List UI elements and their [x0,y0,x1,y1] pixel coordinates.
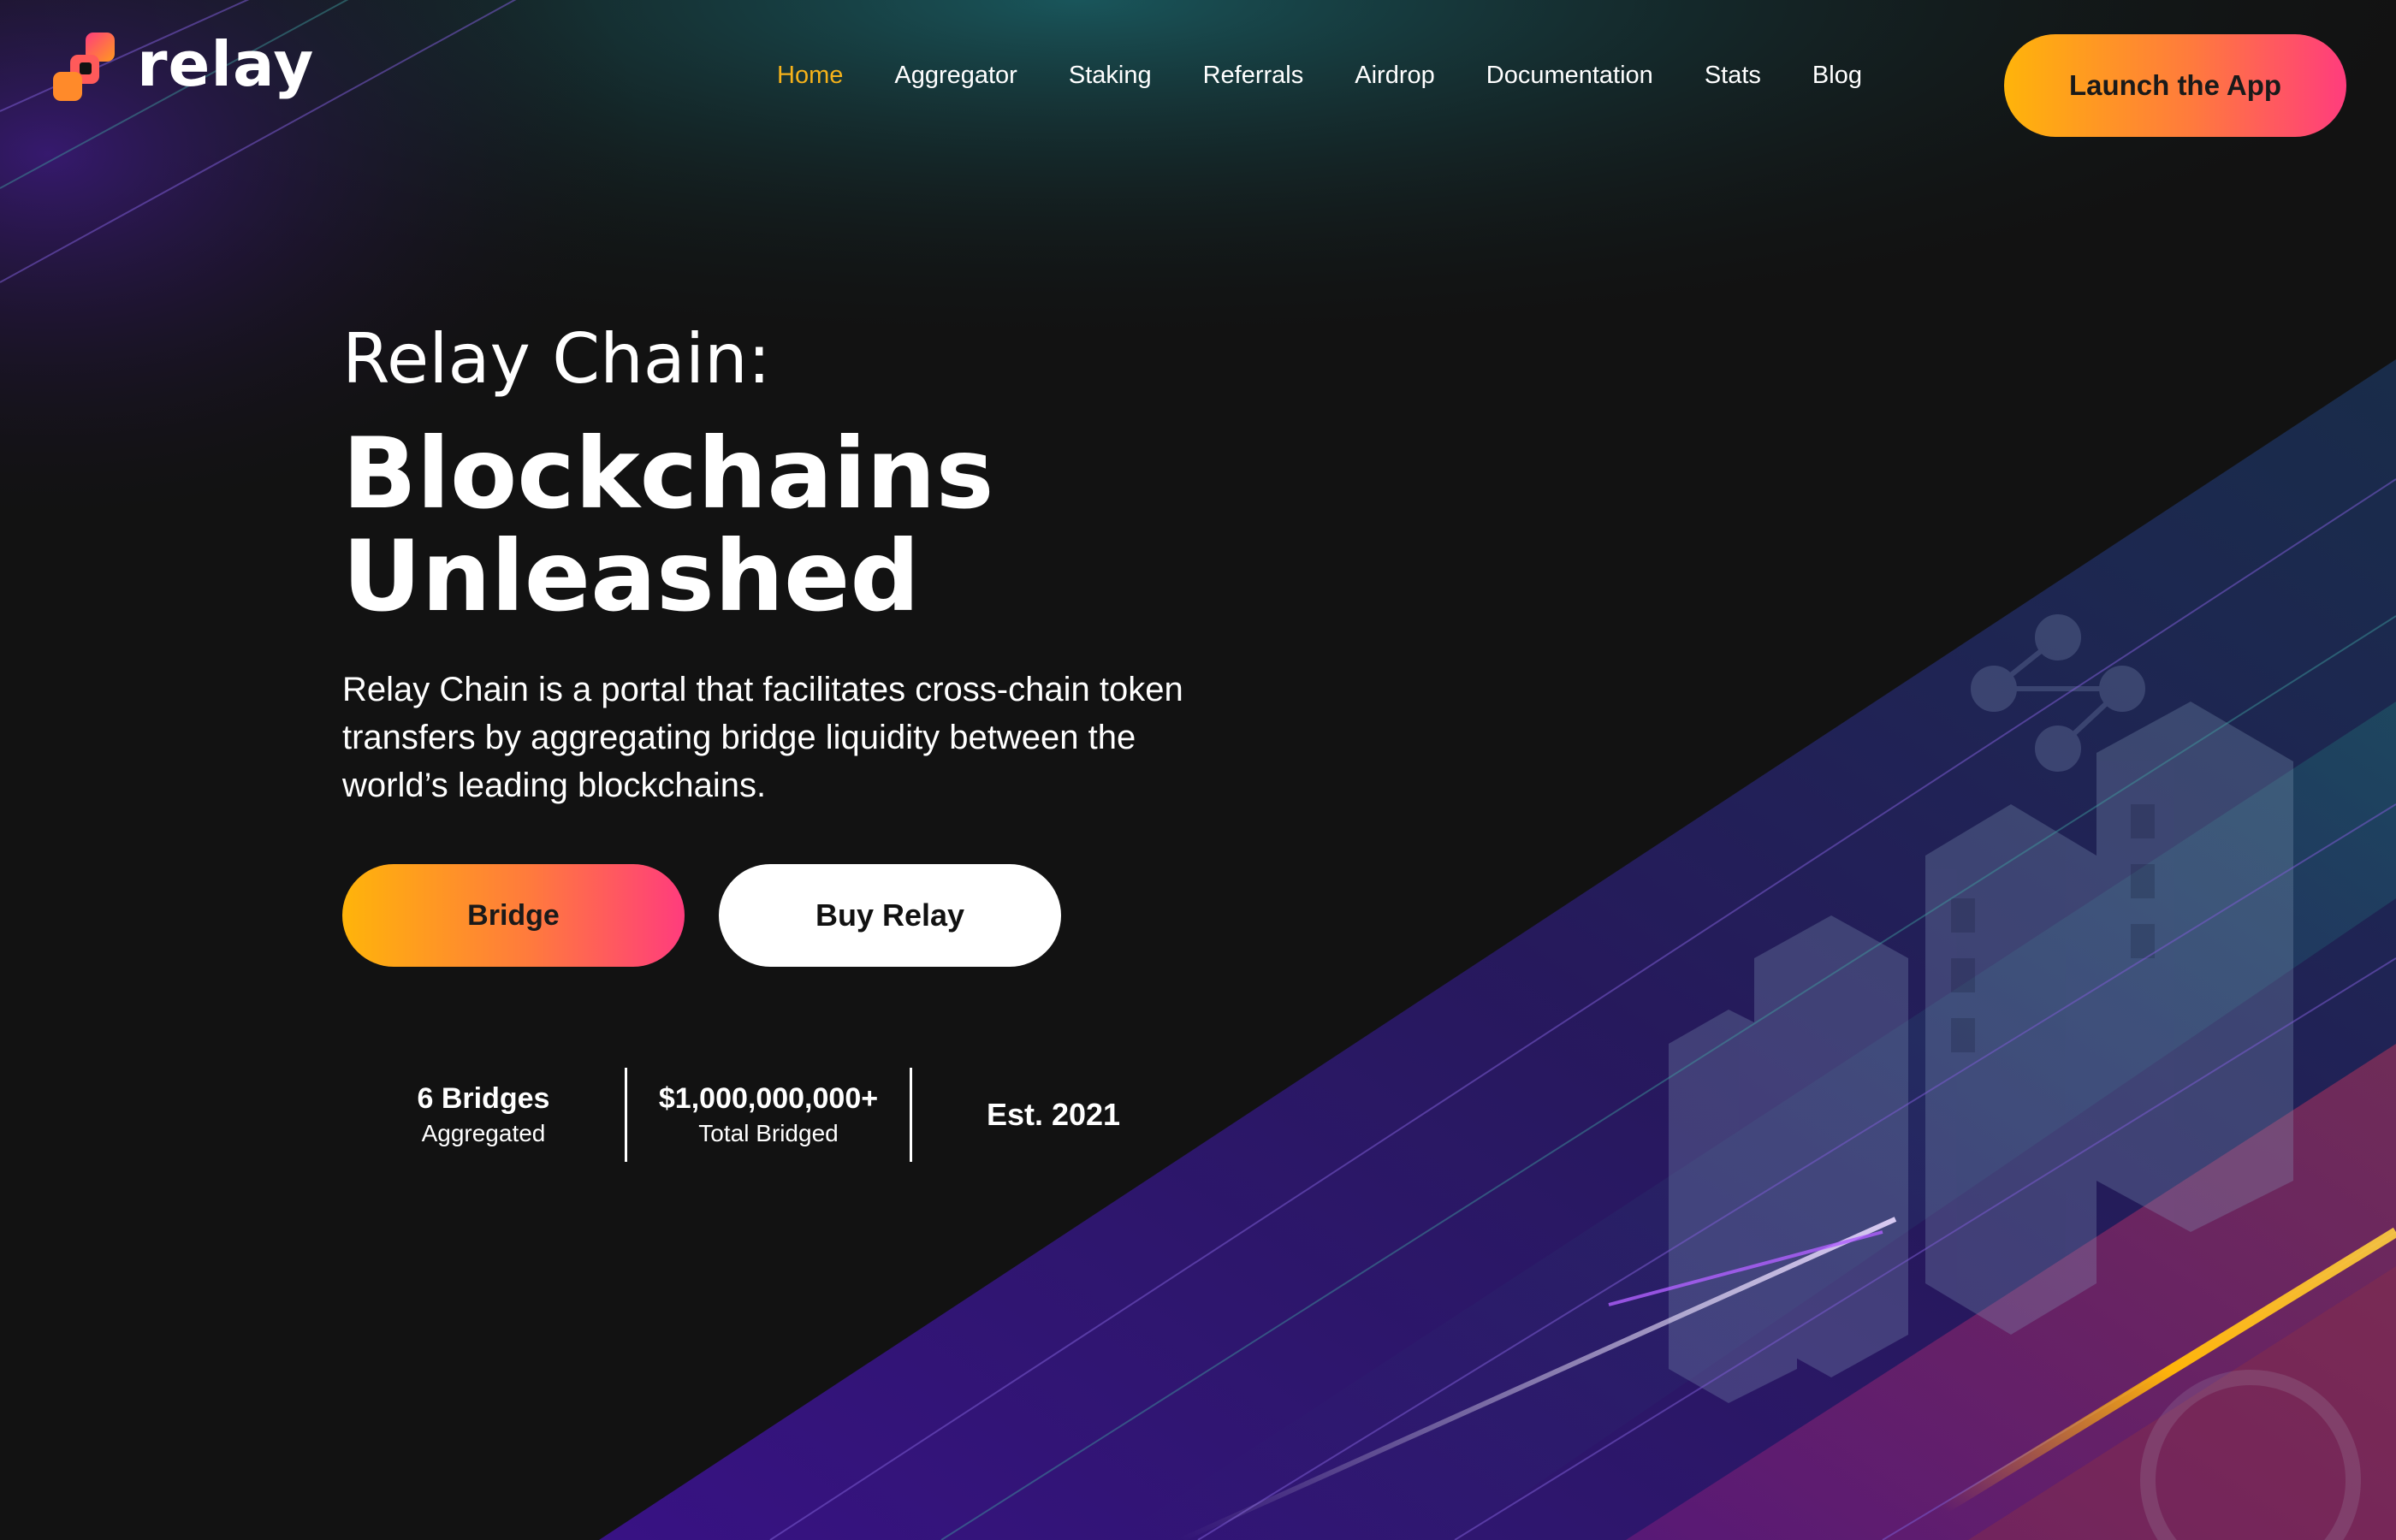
brand-logo[interactable]: relay [51,31,314,108]
launch-app-button[interactable]: Launch the App [2004,34,2346,137]
hero-title-line-1: Blockchains [342,417,994,530]
nav-item-stats[interactable]: Stats [1705,62,1761,90]
stat-total-bridged: $1,000,000,000+ Total Bridged [627,1080,910,1150]
hero-kicker: Relay Chain: [342,319,771,399]
hero-section: Relay Chain: Blockchains Unleashed Relay… [342,325,1198,809]
stat-label: Total Bridged [698,1120,839,1146]
nav-item-airdrop[interactable]: Airdrop [1355,62,1435,90]
buy-relay-button[interactable]: Buy Relay [719,864,1061,967]
stat-value: 6 Bridges [417,1082,550,1115]
main-nav: Home Aggregator Staking Referrals Airdro… [777,62,1862,90]
hero-title: Blockchains Unleashed [342,423,1198,628]
stat-established: Est. 2021 [986,1097,1121,1132]
stat-value: $1,000,000,000+ [658,1082,879,1115]
hero-actions: Bridge Buy Relay [342,864,1061,967]
hero-title-line-2: Unleashed [342,519,920,633]
nav-item-home[interactable]: Home [777,62,843,90]
hero-description: Relay Chain is a portal that facilitates… [342,671,1183,804]
nav-item-aggregator[interactable]: Aggregator [894,62,1017,90]
nav-item-staking[interactable]: Staking [1069,62,1152,90]
nav-item-blog[interactable]: Blog [1812,62,1862,90]
brand-name: relay [137,28,315,100]
stat-bridges: 6 Bridges Aggregated [342,1080,625,1150]
bridge-button[interactable]: Bridge [342,864,685,967]
stats-row: 6 Bridges Aggregated $1,000,000,000+ Tot… [342,1068,1195,1162]
stat-label: Aggregated [421,1120,546,1146]
relay-logo-icon [53,33,115,101]
nav-item-documentation[interactable]: Documentation [1486,62,1653,90]
nav-item-referrals[interactable]: Referrals [1203,62,1304,90]
